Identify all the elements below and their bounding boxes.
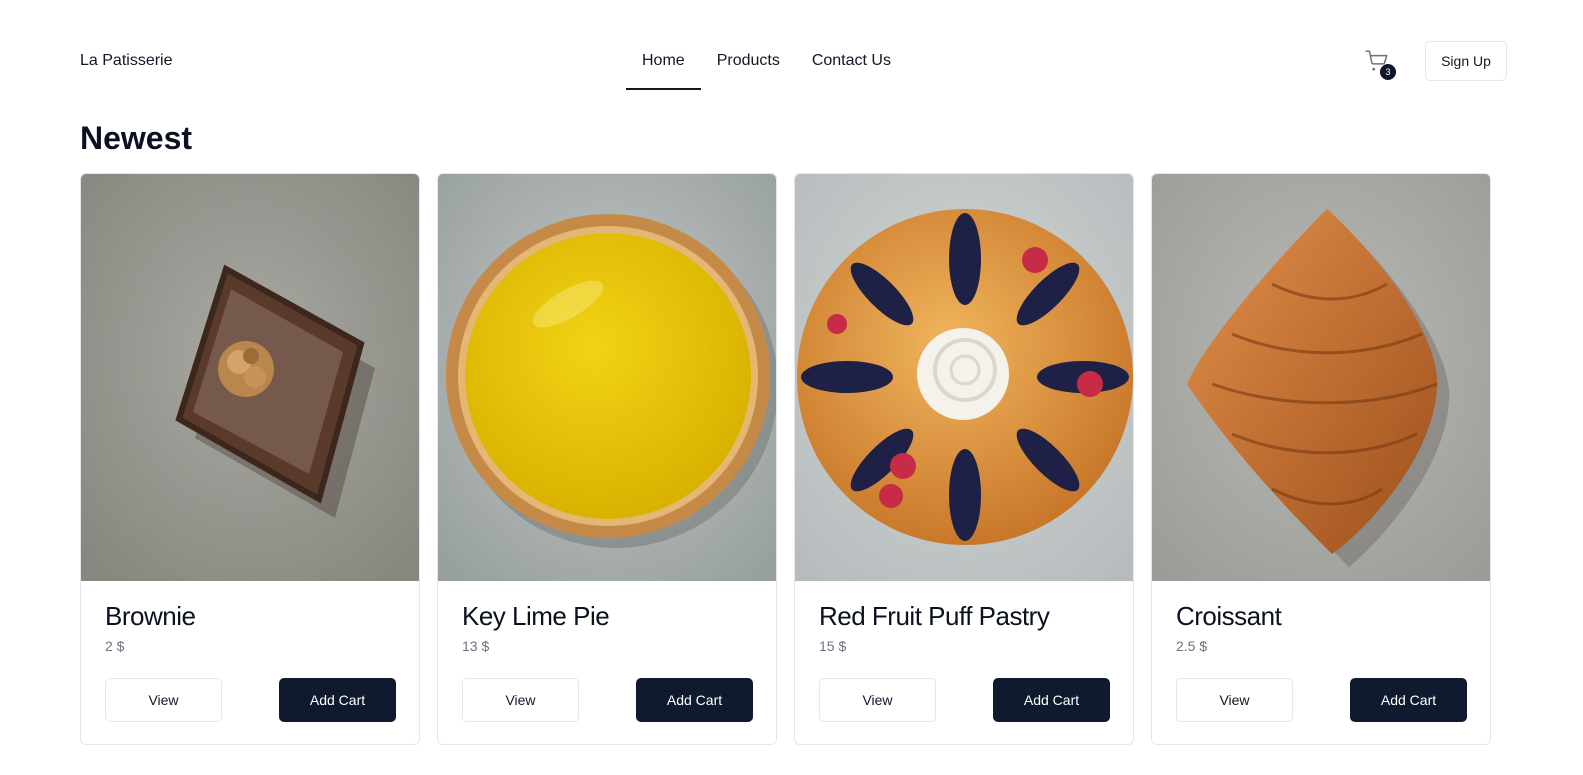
card-body: Croissant 2.5 $ [1176, 601, 1468, 654]
add-cart-button[interactable]: Add Cart [1350, 678, 1467, 722]
brand-logo-text[interactable]: La Patisserie [80, 52, 173, 70]
product-price: 13 $ [462, 638, 490, 654]
cart-button[interactable]: 3 [1365, 46, 1416, 82]
nav-home[interactable]: Home [626, 40, 701, 90]
main-nav: Home Products Contact Us [626, 40, 907, 90]
key-lime-pie-photo[interactable] [438, 174, 776, 581]
view-button[interactable]: View [1176, 678, 1293, 722]
croissant-photo[interactable] [1152, 174, 1490, 581]
add-cart-button[interactable]: Add Cart [636, 678, 753, 722]
product-title[interactable]: Croissant [1176, 601, 1468, 632]
card-body: Brownie 2 $ [105, 601, 397, 654]
product-title[interactable]: Brownie [105, 601, 397, 632]
brownie-photo[interactable] [81, 174, 419, 581]
product-price: 2.5 $ [1176, 638, 1208, 654]
product-card: Brownie 2 $ View Add Cart [80, 173, 420, 745]
sign-up-button[interactable]: Sign Up [1425, 41, 1507, 81]
product-price: 15 $ [819, 638, 847, 654]
product-card: Key Lime Pie 13 $ View Add Cart [437, 173, 777, 745]
cart-count-badge: 3 [1380, 64, 1396, 80]
section-title: Newest [80, 120, 193, 156]
add-cart-button[interactable]: Add Cart [279, 678, 396, 722]
product-title[interactable]: Red Fruit Puff Pastry [819, 601, 1111, 632]
product-price: 2 $ [105, 638, 125, 654]
card-body: Key Lime Pie 13 $ [462, 601, 754, 654]
nav-products[interactable]: Products [701, 40, 796, 90]
red-fruit-puff-pastry-photo[interactable] [795, 174, 1133, 581]
view-button[interactable]: View [819, 678, 936, 722]
product-card: Croissant 2.5 $ View Add Cart [1151, 173, 1491, 745]
nav-contact-us[interactable]: Contact Us [796, 40, 907, 90]
card-body: Red Fruit Puff Pastry 15 $ [819, 601, 1111, 654]
view-button[interactable]: View [462, 678, 579, 722]
product-grid: Brownie 2 $ View Add Cart Key Lime Pie 1… [80, 173, 1491, 745]
site-header: La Patisserie Home Products Contact Us 3… [0, 0, 1583, 92]
product-title[interactable]: Key Lime Pie [462, 601, 754, 632]
product-card: Red Fruit Puff Pastry 15 $ View Add Cart [794, 173, 1134, 745]
add-cart-button[interactable]: Add Cart [993, 678, 1110, 722]
view-button[interactable]: View [105, 678, 222, 722]
